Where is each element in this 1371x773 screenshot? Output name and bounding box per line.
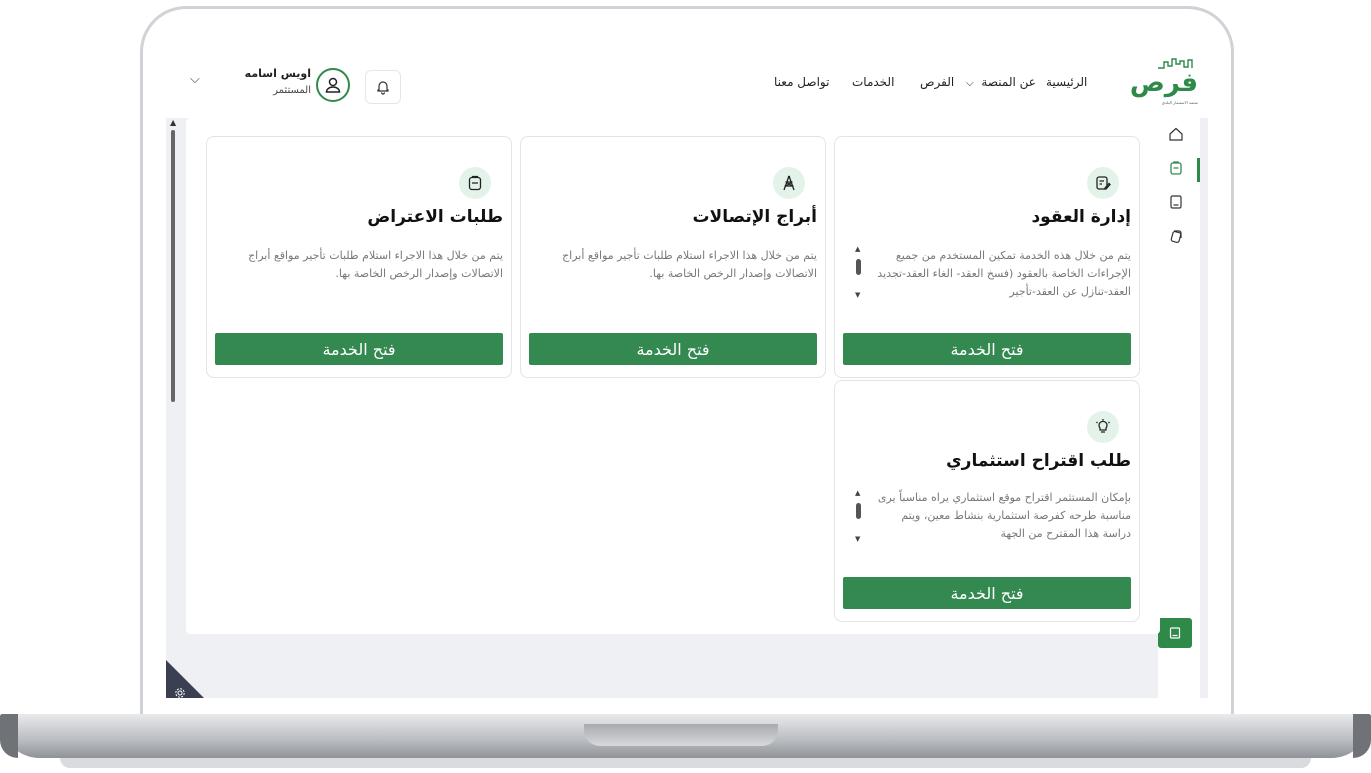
card-icon-wrap [773,167,805,199]
nav-services[interactable]: الخدمات [852,75,894,89]
laptop-base-right [1353,714,1371,758]
nav-home[interactable]: الرئيسية [1046,75,1087,89]
scroll-up-icon[interactable]: ▲ [855,245,860,253]
nav-about-label: عن المنصة [981,75,1036,89]
card-title: طلبات الاعتراض [367,207,503,227]
service-card-telecom-towers: أبراج الإتصالات يتم من خلال هذا الاجراء … [520,136,826,378]
page-scrollbar[interactable]: ▲ [170,118,178,678]
telecom-tower-icon [783,175,795,191]
scroll-down-icon[interactable]: ▼ [855,535,860,543]
logo-tagline: منصة الاستثمار البلدي [1161,100,1198,105]
card-description: يتم من خلال هذا الاجراء استلام طلبات تأج… [562,249,817,280]
scroll-down-icon[interactable]: ▼ [855,291,860,299]
copy-icon [1170,230,1182,244]
chevron-down-icon: ⌵ [966,78,974,89]
service-card-objections: طلبات الاعتراض يتم من خلال هذا الاجراء ا… [206,136,512,378]
description-scrollbar[interactable]: ▲ ▼ [855,245,863,305]
contract-edit-icon [1096,176,1111,190]
open-service-button[interactable]: فتح الخدمة [843,577,1131,609]
nav-opportunities[interactable]: الفرص [920,75,954,89]
rail-home[interactable] [1166,124,1186,144]
rail-active-indicator [1197,158,1200,182]
laptop-shadow [60,758,1311,768]
card-icon-wrap [1087,167,1119,199]
document-icon [1170,195,1182,209]
book-icon [1169,627,1181,639]
bell-icon [377,81,389,95]
settings-gear-icon[interactable] [174,684,186,698]
card-title: طلب اقتراح استثماري [946,451,1131,471]
open-service-button[interactable]: فتح الخدمة [843,333,1131,365]
nav-about[interactable]: ⌵ عن المنصة [966,75,1036,89]
user-icon [325,77,341,93]
card-title: أبراج الإتصالات [692,207,817,227]
rail-copies[interactable] [1166,226,1186,246]
brand-logo[interactable]: فرص منصة الاستثمار البلدي [1130,56,1200,112]
rail-guide-button[interactable] [1158,618,1192,648]
card-icon-wrap [1087,411,1119,443]
card-description: بإمكان المستثمر اقتراح موقع استثماري يرا… [877,491,1131,540]
description-scrollbar[interactable]: ▲ ▼ [855,489,863,549]
logo-wordmark: فرص [1129,68,1199,98]
card-title: إدارة العقود [1031,207,1131,227]
scroll-thumb[interactable] [171,130,175,402]
open-service-button[interactable]: فتح الخدمة [529,333,817,365]
user-menu-chevron-icon[interactable]: ⌵ [190,72,200,87]
clipboard-icon [468,175,482,191]
rail-services[interactable] [1166,158,1186,178]
rail-documents[interactable] [1166,192,1186,212]
top-header: فرص منصة الاستثمار البلدي الرئيسية ⌵ عن … [166,50,1208,118]
scroll-up-icon[interactable]: ▲ [170,118,176,127]
avatar[interactable] [316,68,350,102]
services-panel: إدارة العقود يتم من خلال هذه الخدمة تمكي… [186,118,1160,634]
notifications-button[interactable] [365,70,401,104]
clipboard-icon [1170,161,1182,175]
card-description: يتم من خلال هذا الاجراء استلام طلبات تأج… [248,249,503,280]
scroll-thumb[interactable] [856,503,861,519]
laptop-base-left [0,714,18,758]
home-icon [1169,127,1183,141]
lightbulb-icon [1096,419,1110,433]
scroll-thumb[interactable] [856,259,861,275]
service-card-contracts: إدارة العقود يتم من خلال هذه الخدمة تمكي… [834,136,1140,378]
nav-contact[interactable]: تواصل معنا [774,75,829,89]
user-name: اويس اسامه [244,67,311,80]
card-description: يتم من خلال هذه الخدمة تمكين المستخدم من… [877,249,1131,298]
app-screen: فرص منصة الاستثمار البلدي الرئيسية ⌵ عن … [166,50,1208,698]
service-card-investment-proposal: طلب اقتراح استثماري بإمكان المستثمر اقتر… [834,380,1140,622]
user-role: المستثمر [273,85,311,96]
open-service-button[interactable]: فتح الخدمة [215,333,503,365]
scroll-up-icon[interactable]: ▲ [855,489,860,497]
card-icon-wrap [459,167,491,199]
laptop-notch [584,724,778,746]
side-rail [1158,118,1200,698]
